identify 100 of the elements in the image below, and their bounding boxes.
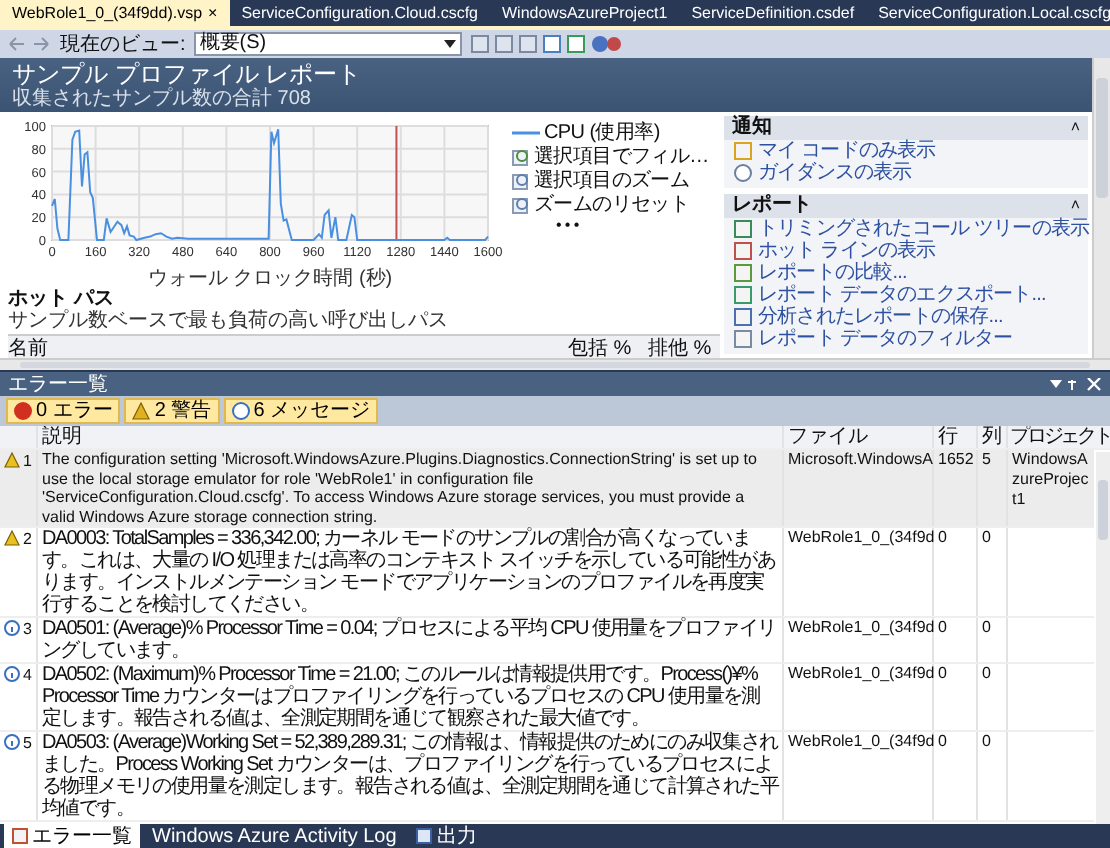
marker-line — [395, 125, 398, 241]
info-icon — [231, 402, 250, 420]
x-axis-title: ウォール クロック時間 (秒) — [147, 268, 393, 288]
panel-link[interactable]: レポートの比較... — [758, 262, 907, 284]
scrollbar[interactable] — [1096, 452, 1110, 824]
tab-label: エラー一覧 — [32, 824, 132, 848]
magnifier-icon — [512, 196, 530, 214]
section-title: 通知 — [732, 116, 772, 140]
document-tab[interactable]: ServiceConfiguration.Cloud.cscfg — [229, 0, 490, 26]
collapse-icon[interactable]: ˄ — [1070, 194, 1080, 218]
row-number: 5 — [23, 734, 32, 754]
info-icon — [734, 164, 752, 182]
table-cell: 0 — [934, 528, 978, 616]
panel-tab[interactable]: 出力 — [408, 824, 485, 848]
panel-link[interactable]: ホット ラインの表示 — [758, 240, 936, 262]
table-cell: 0 — [934, 618, 978, 662]
document-tab[interactable]: WindowsAzureProject1 — [489, 0, 680, 26]
error-icon — [14, 402, 32, 420]
filter-button[interactable]: 6 メッセージ — [223, 398, 379, 424]
panel-link[interactable]: レポート データのエクスポート... — [758, 284, 1046, 306]
section-title: ホット パス — [8, 288, 116, 310]
section-header[interactable]: 通知 ˄ — [724, 116, 1088, 140]
table-cell: The configuration setting 'Microsoft.WindowsAzure.Plugins.Diagnostics.ConnectionString' is set up to use the local storage emulator for role 'WebRole1' in configuration file 'ServiceConfiguration.Cloud.cscfg'. To access Windows Azure storage services, you must provide a valid Windows Azure storage connection string. — [38, 450, 784, 526]
tab-label: 出力 — [436, 823, 477, 848]
table-cell: 5 — [978, 450, 1008, 526]
panel-link[interactable]: レポート データのフィルター — [758, 328, 1013, 350]
error-row[interactable]: 5 DA0503: (Average)Working Set = 52,389,289.31; この情報は、情報提供のためにのみ収集されました。Process Working Set カウンターは、プロファイリングを行っているプロセスによる物理メモリの使用量を測定します。報告される値は、全測定期間を通じて計算された平均値です。 WebRole1_0_(34f9d 0 0 — [0, 732, 1094, 822]
more-indicator: • • • — [554, 218, 579, 234]
section-description: サンプル数ベースで最も負荷の高い呼び出しパス — [8, 310, 450, 334]
error-row[interactable]: 3 DA0501: (Average)% Processor Time = 0.04; プロセスによる平均 CPU 使用量をプロファイリングしています。 WebRole1_0_(34f9d 0 0 — [0, 618, 1094, 664]
tab-label: ServiceConfiguration.Local.cscfg — [878, 4, 1110, 22]
error-row[interactable] — [0, 450, 1094, 528]
filter-button[interactable]: 0 エラー — [6, 398, 121, 424]
view-label: 現在のビュー: — [60, 32, 186, 58]
table-cell: 0 — [934, 732, 978, 820]
column-header[interactable]: 名前 — [8, 332, 568, 362]
panel-link[interactable]: ガイダンスの表示 — [758, 162, 912, 184]
table-cell: DA0502: (Maximum)% Processor Time = 21.00; このルールは情報提供用です。Process()¥% Processor Time カウンターはプロファイリングを行っているプロセスの CPU 使用量を測定します。報告される値は、全測定期間を通じて観察された最大値です。 — [38, 664, 784, 730]
table-cell: DA0003: TotalSamples = 336,342.00; カーネル モードのサンプルの割合が高くなっています。これは、大量の I/O 処理または高率のコンテキスト スイッチを示している可能性があります。インストルメンテーション モードでアプリケーションのプロファイルを再度実行することを検討してください。 — [38, 528, 784, 616]
report-subtitle: 収集されたサンプル数の合計 708 — [12, 88, 313, 110]
scrollbar[interactable] — [1092, 58, 1110, 358]
dropdown-arrow-icon — [443, 40, 456, 48]
panel-title: エラー一覧 — [8, 372, 108, 398]
tab-label: ServiceConfiguration.Cloud.cscfg — [241, 4, 478, 22]
row-number: 2 — [23, 530, 32, 550]
filter-icon — [512, 148, 530, 166]
error-row[interactable]: 4 DA0502: (Maximum)% Processor Time = 21.00; このルールは情報提供用です。Process()¥% Processor Time カウンターはプロファイリングを行っているプロセスの CPU 使用量を測定します。報告される値は、全測定期間を通じて観察された最大値です。 WebRole1_0_(34f9d 0 0 — [0, 664, 1094, 732]
column-header[interactable]: 排他 % — [648, 333, 720, 361]
table-cell: DA0503: (Average)Working Set = 52,389,289.31; この情報は、情報提供のためにのみ収集されました。Process Working Set カウンターは、プロファイリングを行っているプロセスによる物理メモリの使用量を測定します。報告される値は、全測定期間を通じて計算された平均値です。 — [38, 732, 784, 820]
row-number: 1 — [23, 452, 32, 472]
table-cell: 0 — [978, 664, 1008, 730]
panel-link[interactable]: トリミングされたコール ツリーの表示 — [758, 218, 1090, 240]
action-icon — [734, 142, 752, 160]
chart-command[interactable]: 選択項目のズーム — [534, 170, 690, 192]
close-icon[interactable]: × — [208, 4, 218, 22]
table-cell: 1652 — [934, 450, 978, 526]
table-cell: DA0501: (Average)% Processor Time = 0.04; プロセスによる平均 CPU 使用量をプロファイリングしています。 — [38, 618, 784, 662]
table-cell: 0 — [978, 618, 1008, 662]
report-title: サンプル プロファイル レポート — [12, 60, 364, 88]
row-number: 4 — [23, 666, 32, 686]
table-cell: WebRole1_0_(34f9d — [784, 528, 934, 616]
section-header[interactable]: レポート ˄ — [724, 194, 1088, 218]
window-controls-drawing[interactable] — [1050, 377, 1102, 391]
table-cell-text: WindowsAzureProject1 — [1010, 450, 1091, 512]
section-title: レポート — [732, 194, 812, 218]
table-cell: Microsoft.WindowsA — [784, 450, 934, 526]
magnifier-icon — [512, 172, 530, 190]
chart-command[interactable]: ズームのリセット — [534, 194, 690, 216]
view-dropdown[interactable]: 概要(S) — [193, 32, 462, 56]
error-row[interactable]: 2 DA0003: TotalSamples = 336,342.00; カーネル モードのサンプルの割合が高くなっています。これは、大量の I/O 処理または高率のコンテキスト スイッチを示している可能性があります。インストルメンテーション モードでアプリケーションのプロファイルを再度実行することを検討してください。 WebRole1_0_(34f9d 0 0 — [0, 528, 1094, 618]
column-header[interactable]: 列 — [978, 426, 1008, 448]
column-header[interactable]: 説明 — [38, 426, 784, 448]
horizontal-scrollbar[interactable] — [0, 358, 1110, 370]
panel-link[interactable]: 分析されたレポートの保存... — [758, 306, 1003, 328]
output-icon — [416, 828, 433, 844]
collapse-icon[interactable]: ˄ — [1070, 116, 1080, 140]
column-header[interactable]: 包括 % — [568, 333, 648, 361]
column-header[interactable]: 行 — [934, 426, 978, 448]
table-cell: 0 — [978, 528, 1008, 616]
document-tab[interactable]: ServiceConfiguration.Local.cscfg — [866, 0, 1110, 26]
panel-tab[interactable]: エラー一覧 — [4, 824, 140, 848]
tab-label: ServiceDefinition.csdef — [691, 4, 855, 22]
warning-icon — [132, 402, 151, 420]
column-header[interactable]: ファイル — [784, 426, 934, 448]
document-tab[interactable]: WebRole1_0_(34f9dd).vsp × — [0, 0, 230, 26]
table-cell: 0 — [978, 732, 1008, 820]
table-cell: 0 — [934, 664, 978, 730]
back-forward-icon[interactable] — [8, 36, 52, 52]
row-number: 3 — [23, 620, 32, 640]
chart-command[interactable]: 選択項目でフィル… — [534, 146, 709, 168]
table-cell: WebRole1_0_(34f9d — [784, 732, 934, 820]
tab-label: WebRole1_0_(34f9dd).vsp — [12, 4, 203, 22]
legend-label: CPU (使用率) — [544, 122, 660, 144]
panel-link[interactable]: マイ コードのみ表示 — [758, 140, 936, 162]
legend-line-icon — [512, 130, 540, 136]
document-tab[interactable]: ServiceDefinition.csdef — [679, 0, 867, 26]
toolbar-icons-drawing[interactable] — [469, 34, 622, 54]
tab-label: WindowsAzureProject1 — [501, 4, 668, 22]
table-cell: WebRole1_0_(34f9d — [784, 664, 934, 730]
filter-button[interactable]: 2 警告 — [124, 398, 220, 424]
